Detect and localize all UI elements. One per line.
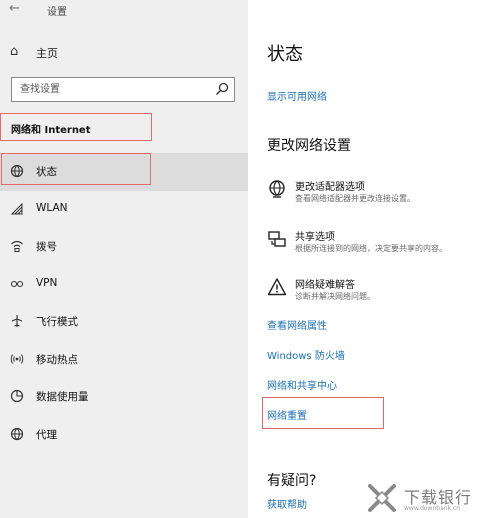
sidebar-item-label: WLAN	[36, 201, 68, 214]
change-adapter-options[interactable]: 更改适配器选项 查看网络适配器并更改连接设置。	[267, 178, 492, 210]
main-content: 状态 显示可用网络 更改网络设置 更改适配器选项 查看网络适配器并更改连接设置。…	[248, 0, 500, 518]
adapter-globe-icon	[269, 180, 285, 198]
sidebar-item-airplane-mode[interactable]: 飞行模式	[0, 303, 248, 341]
change-network-settings-heading: 更改网络设置	[267, 138, 351, 154]
home-icon: ⌂	[10, 44, 19, 59]
watermark-logo-icon	[368, 484, 396, 512]
sidebar-nav: 状态 WLAN 拨号 VPN 飞行模式 移动热点 数据使用量 代理	[0, 153, 248, 453]
option-title: 共享选项	[295, 232, 335, 243]
option-title: 更改适配器选项	[295, 182, 365, 193]
sidebar-item-status[interactable]: 状态	[0, 153, 248, 191]
data-usage-icon	[10, 389, 24, 403]
get-help-link[interactable]: 获取帮助	[267, 496, 307, 511]
sidebar-item-wlan[interactable]: WLAN	[0, 191, 248, 229]
search-icon[interactable]	[215, 82, 229, 96]
warning-icon	[267, 278, 287, 296]
sidebar-item-home[interactable]: ⌂ 主页	[0, 40, 248, 66]
sidebar-item-label: VPN	[36, 276, 58, 289]
watermark-url: www.downbank.cn	[404, 505, 461, 512]
sidebar-item-proxy[interactable]: 代理	[0, 416, 248, 454]
proxy-globe-icon	[10, 427, 24, 440]
window-title: 设置	[47, 7, 67, 18]
title-bar: ← 设置	[0, 0, 248, 24]
sidebar-item-label: 飞行模式	[36, 316, 78, 328]
option-description: 根据所连接到的网络，决定要共享的内容。	[295, 244, 447, 253]
network-sharing-center-link[interactable]: 网络和共享中心	[267, 377, 337, 392]
question-heading: 有疑问?	[267, 473, 317, 489]
page-title: 状态	[267, 44, 303, 65]
section-title: 网络和 Internet	[11, 125, 91, 136]
sidebar-item-label: 移动热点	[36, 353, 78, 366]
network-troubleshooter[interactable]: 网络疑难解答 诊断并解决网络问题。	[267, 276, 492, 308]
search-box[interactable]	[11, 77, 235, 102]
sidebar-item-label: 状态	[36, 166, 57, 178]
section-title-box: 网络和 Internet	[0, 113, 152, 141]
status-globe-icon	[10, 164, 24, 178]
vpn-icon	[10, 280, 24, 287]
windows-firewall-link[interactable]: Windows 防火墙	[267, 347, 345, 362]
watermark: 下载银行 www.downbank.cn	[352, 480, 500, 518]
option-description: 查看网络适配器并更改连接设置。	[295, 194, 415, 203]
back-button[interactable]: ←	[9, 1, 20, 16]
wifi-icon	[10, 202, 23, 214]
settings-sidebar: ← 设置 ⌂ 主页 网络和 Internet 状态	[0, 0, 248, 518]
sidebar-home-label: 主页	[36, 47, 58, 60]
sidebar-item-vpn[interactable]: VPN	[0, 266, 248, 304]
sidebar-item-data-usage[interactable]: 数据使用量	[0, 378, 248, 416]
hotspot-icon	[10, 353, 24, 364]
show-available-networks-link[interactable]: 显示可用网络	[267, 88, 327, 103]
sidebar-item-label: 数据使用量	[36, 391, 89, 403]
sidebar-item-hotspot[interactable]: 移动热点	[0, 341, 248, 379]
option-title: 网络疑难解答	[295, 280, 355, 291]
sidebar-item-label: 拨号	[36, 241, 57, 253]
airplane-icon	[11, 315, 23, 327]
sharing-options[interactable]: 共享选项 根据所连接到的网络，决定要共享的内容。	[267, 228, 492, 260]
sidebar-item-label: 代理	[36, 428, 57, 441]
sharing-icon	[268, 231, 286, 247]
sidebar-item-dialup[interactable]: 拨号	[0, 228, 248, 266]
dialup-icon	[11, 240, 23, 252]
option-description: 诊断并解决网络问题。	[295, 292, 375, 301]
view-network-properties-link[interactable]: 查看网络属性	[267, 317, 327, 332]
search-input[interactable]	[12, 78, 208, 101]
network-reset-link[interactable]: 网络重置	[267, 407, 307, 422]
